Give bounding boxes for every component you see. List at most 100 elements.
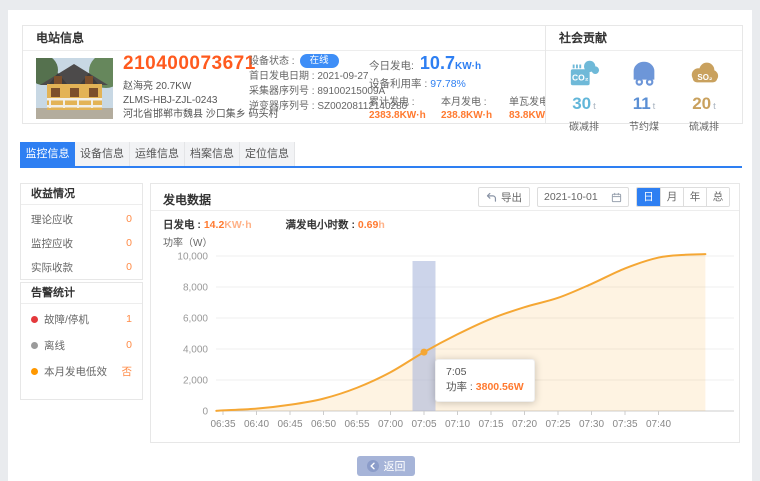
alarm-label: 本月发电低效 — [44, 364, 122, 379]
inverter-sn-label: 逆变器序列号 : — [249, 101, 315, 112]
tab-underline — [20, 166, 742, 168]
svg-text:CO₂: CO₂ — [572, 73, 589, 83]
month-gen-stat: 本月发电 : 238.8KW·h — [441, 96, 509, 123]
low-efficiency-dot-icon — [31, 368, 38, 375]
x-tick-label: 07:20 — [512, 419, 537, 430]
range-day-button[interactable]: 日 — [637, 188, 660, 206]
highlight-data-point — [421, 349, 428, 356]
tab-device[interactable]: 设备信息 — [75, 142, 130, 166]
coal-cart-icon — [628, 57, 660, 89]
x-tick-label: 07:15 — [478, 419, 503, 430]
offline-dot-icon — [31, 342, 38, 349]
full-hours-unit: h — [378, 219, 384, 231]
chart-panel-header: 发电数据 导出 2021-10-01 — [151, 184, 739, 211]
income-row-monitored: 监控应收0 — [31, 231, 132, 255]
x-tick-label: 06:55 — [344, 419, 369, 430]
svg-text:SO₂: SO₂ — [697, 73, 713, 82]
range-total-button[interactable]: 总 — [706, 188, 729, 206]
x-tick-label: 06:40 — [244, 419, 269, 430]
alarm-value: 1 — [126, 313, 132, 325]
alarm-row-low-efficiency: 本月发电低效否 — [31, 358, 132, 384]
chevron-left-icon — [367, 460, 379, 472]
hover-highlight-band — [413, 261, 436, 411]
so2-icon: SO₂ — [688, 57, 720, 89]
full-hours-value: 0.69 — [358, 219, 378, 231]
daily-gen-unit: KW·h — [224, 219, 251, 231]
so2-value: 20 — [692, 94, 711, 113]
x-tick-label: 06:35 — [210, 419, 235, 430]
tooltip-value: 3800.56W — [476, 381, 524, 393]
alarm-label: 故障/停机 — [44, 312, 126, 327]
x-tick-label: 07:40 — [646, 419, 671, 430]
online-status-badge: 在线 — [300, 54, 339, 68]
co2-reduction-item: CO₂ 30t 碳减排 — [556, 57, 612, 133]
total-gen-label: 累计发电 : — [369, 96, 441, 109]
income-value: 0 — [126, 237, 132, 249]
daily-gen-label: 日发电 : — [163, 219, 201, 231]
station-info-panel: 电站信息 — [22, 25, 548, 124]
utilization-value: 97.78% — [430, 78, 466, 90]
x-tick-label: 06:50 — [311, 419, 336, 430]
export-button[interactable]: 导出 — [478, 187, 530, 207]
station-photo — [36, 58, 113, 119]
tooltip-time: 7:05 — [446, 365, 524, 380]
tab-operations[interactable]: 运维信息 — [130, 142, 185, 166]
alarm-value: 0 — [126, 339, 132, 351]
so2-unit: t — [713, 101, 716, 112]
fault-dot-icon — [31, 316, 38, 323]
tab-location[interactable]: 定位信息 — [240, 142, 295, 166]
alarm-stats-panel: 告警统计 故障/停机1 离线0 本月发电低效否 — [20, 282, 143, 400]
income-panel-title: 收益情况 — [21, 184, 142, 205]
back-button[interactable]: 返回 — [357, 456, 415, 476]
month-gen-label: 本月发电 : — [441, 96, 509, 109]
range-toggle-group: 日 月 年 总 — [636, 187, 730, 207]
dashboard-screen: 电站信息 — [0, 0, 760, 481]
y-tick-label: 2,000 — [183, 376, 208, 387]
total-gen-value: 2383.8KW·h — [369, 109, 441, 123]
house-illustration — [36, 58, 113, 119]
chart-tooltip: 7:05 功率 : 3800.56W — [435, 359, 535, 402]
range-month-button[interactable]: 月 — [660, 188, 683, 206]
income-row-actual: 实际收款 0 — [31, 255, 132, 279]
co2-value: 30 — [572, 94, 591, 113]
tab-monitoring[interactable]: 监控信息 — [20, 142, 75, 166]
power-area-chart[interactable]: 02,0004,0006,0008,00010,00006:3506:4006:… — [151, 246, 741, 431]
tab-archive[interactable]: 档案信息 — [185, 142, 240, 166]
income-value: 0 — [126, 261, 132, 273]
income-panel: 收益情况 理论应收0 监控应收0 实际收款0 — [20, 183, 143, 280]
total-gen-stat: 累计发电 : 2383.8KW·h — [369, 96, 441, 123]
chart-summary-line: 日发电 : 14.2KW·h 满发电小时数 : 0.69h — [163, 217, 385, 232]
first-gen-date-value: 2021-09-27 — [317, 71, 368, 82]
station-panel-title: 电站信息 — [23, 26, 547, 51]
x-tick-label: 07:25 — [545, 419, 570, 430]
x-tick-label: 07:05 — [411, 419, 436, 430]
co2-icon: CO₂ — [568, 57, 600, 89]
social-contribution-panel: 社会贡献 CO₂ 30t 碳减排 — [545, 25, 743, 124]
x-tick-label: 06:45 — [277, 419, 302, 430]
date-picker-input[interactable]: 2021-10-01 — [537, 187, 629, 207]
today-gen-unit: KW·h — [455, 61, 481, 72]
coal-saved-item: 11t 节约煤 — [616, 57, 672, 133]
range-year-button[interactable]: 年 — [683, 188, 706, 206]
alarm-label: 离线 — [44, 338, 126, 353]
utilization-label: 设备利用率 : — [369, 78, 427, 90]
coal-unit: t — [653, 101, 656, 112]
y-tick-label: 4,000 — [183, 345, 208, 356]
x-tick-label: 07:30 — [579, 419, 604, 430]
today-gen-value: 10.7 — [420, 53, 455, 73]
alarm-panel-title: 告警统计 — [21, 283, 142, 304]
co2-unit: t — [593, 101, 596, 112]
y-tick-label: 0 — [202, 407, 208, 418]
income-value: 0 — [126, 213, 132, 225]
alarm-row-offline: 离线0 — [31, 332, 132, 358]
income-label: 实际收款 — [31, 260, 73, 275]
back-button-label: 返回 — [384, 458, 406, 474]
today-gen-label: 今日发电: — [369, 60, 414, 72]
undo-arrow-icon — [486, 192, 497, 203]
full-hours-label: 满发电小时数 : — [286, 219, 355, 231]
so2-label: 硫减排 — [676, 118, 732, 133]
chart-toolbar: 导出 2021-10-01 日 月 年 总 — [478, 187, 730, 207]
y-tick-label: 8,000 — [183, 283, 208, 294]
info-tabs: 监控信息 设备信息 运维信息 档案信息 定位信息 — [20, 142, 742, 168]
device-status-label: 设备状态 : — [249, 56, 295, 67]
